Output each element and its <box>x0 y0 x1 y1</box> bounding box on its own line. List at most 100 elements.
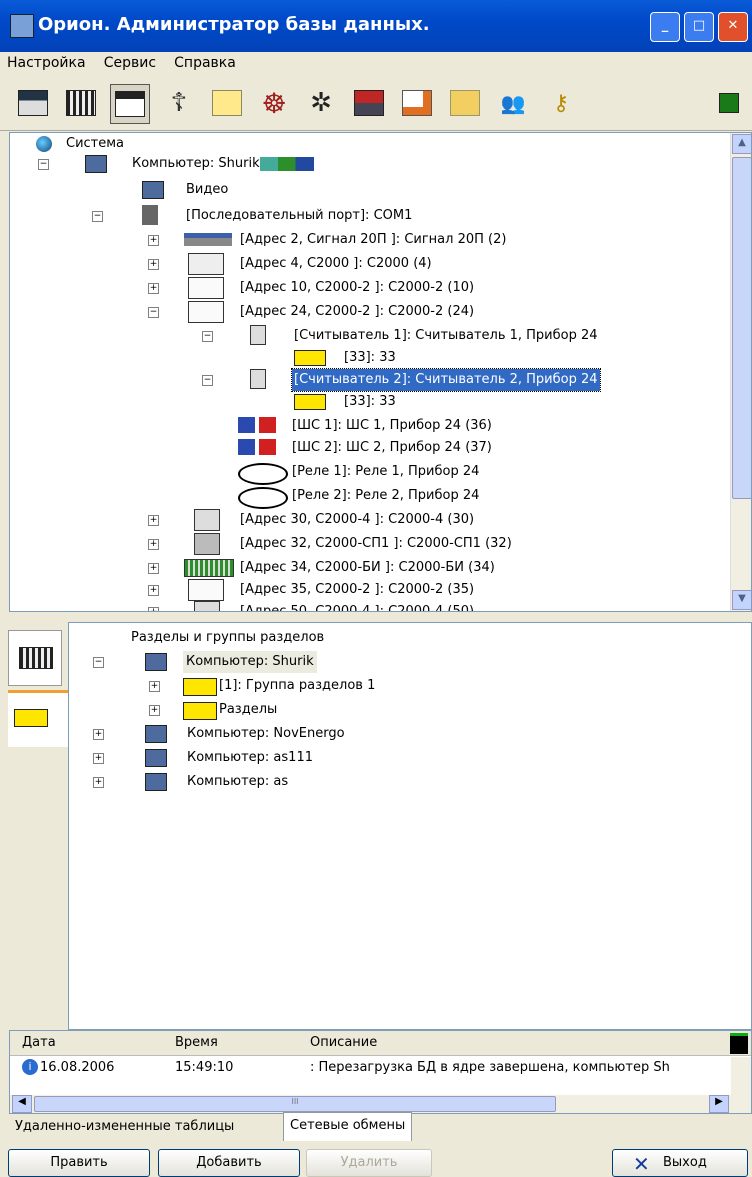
computer-label: Компьютер: as111 <box>187 750 313 765</box>
c2000-2-icon <box>188 579 224 601</box>
expand-icon[interactable]: + <box>149 705 160 716</box>
computer-label: Компьютер: Shurik <box>183 651 317 673</box>
collapse-icon[interactable]: − <box>148 307 159 318</box>
hscroll-thumb[interactable]: III <box>34 1096 556 1112</box>
zone-icon <box>294 350 326 366</box>
expand-icon[interactable]: + <box>148 283 159 294</box>
device-label: [Адрес 4, С2000 ]: С2000 (4) <box>240 256 432 271</box>
devices-tool-icon[interactable] <box>62 84 100 122</box>
users-tool-icon[interactable]: 👥 <box>494 84 532 122</box>
schedule-tool-icon[interactable]: ✲ <box>302 84 340 122</box>
tab-partitions[interactable] <box>8 690 68 747</box>
collapse-icon[interactable]: − <box>38 159 49 170</box>
collapse-icon[interactable]: − <box>202 331 213 342</box>
c2000-4-icon <box>194 509 220 531</box>
tree-scrollbar[interactable]: ▲ ▼ <box>730 133 751 611</box>
exit-button[interactable]: ✕ Выход <box>612 1149 748 1177</box>
exit-label: Выход <box>663 1155 707 1170</box>
grid-vscroll[interactable] <box>731 1057 751 1095</box>
c2000-4-icon <box>194 601 220 611</box>
calendar-tool-icon[interactable] <box>398 84 436 122</box>
scroll-up-button[interactable]: ▲ <box>732 134 751 154</box>
expand-icon[interactable]: + <box>93 729 104 740</box>
collapse-icon[interactable]: − <box>202 375 213 386</box>
device-label: [Адрес 24, С2000-2 ]: С2000-2 (24) <box>240 304 475 319</box>
wheel-tool-icon[interactable]: ☸ <box>255 84 293 122</box>
menu-help[interactable]: Справка <box>167 52 243 74</box>
reader-label: [Считыватель 1]: Считыватель 1, Прибор 2… <box>294 328 598 343</box>
expand-icon[interactable]: + <box>93 753 104 764</box>
log-time: 15:49:10 <box>175 1060 234 1075</box>
scroll-thumb[interactable] <box>732 157 751 499</box>
loop-icon <box>238 439 276 455</box>
tree-root-label: Система <box>66 136 125 151</box>
collapse-icon[interactable]: − <box>93 657 104 668</box>
menu-settings[interactable]: Настройка <box>0 52 93 74</box>
tab-network-exchange[interactable]: Сетевые обмены <box>283 1112 413 1141</box>
c2000-2-icon <box>188 301 224 323</box>
expand-icon[interactable]: + <box>149 681 160 692</box>
window-title: Орион. Администратор базы данных. <box>38 14 430 35</box>
relay-icon <box>238 463 288 485</box>
edit-button[interactable]: Править <box>8 1149 150 1177</box>
device-label: [Адрес 34, С2000-БИ ]: С2000-БИ (34) <box>240 560 495 575</box>
document-tool-icon[interactable] <box>208 84 246 122</box>
expand-icon[interactable]: + <box>148 235 159 246</box>
delete-button[interactable]: Удалить <box>306 1149 432 1177</box>
col-desc-header[interactable]: Описание <box>310 1035 377 1050</box>
sections-label: Разделы <box>219 702 278 717</box>
computers-tool-icon[interactable] <box>14 84 52 122</box>
antenna-tool-icon[interactable]: ☦ <box>160 84 198 122</box>
globe-icon <box>36 136 52 152</box>
grid-hscroll[interactable]: ◀ III ▶ <box>10 1095 751 1113</box>
menu-bar: Настройка Сервис Справка <box>0 52 752 76</box>
maximize-button[interactable]: □ <box>684 12 714 42</box>
expand-icon[interactable]: + <box>148 259 159 270</box>
add-button[interactable]: Добавить <box>158 1149 300 1177</box>
loop-icon <box>238 417 276 433</box>
signal20p-icon <box>184 233 232 246</box>
partitions-icon <box>183 702 217 720</box>
close-button[interactable]: ✕ <box>718 12 748 42</box>
device-label: [Адрес 35, С2000-2 ]: С2000-2 (35) <box>240 582 475 597</box>
minimize-button[interactable]: _ <box>650 12 680 42</box>
expand-icon[interactable]: + <box>148 563 159 574</box>
event-log-grid[interactable]: Дата Время Описание i 16.08.2006 15:49:1… <box>9 1030 752 1114</box>
collapse-icon[interactable]: − <box>92 211 103 222</box>
computer-icon <box>145 725 167 743</box>
reader-icon <box>250 325 266 345</box>
log-row[interactable]: i 16.08.2006 15:49:10 : Перезагрузка БД … <box>10 1057 730 1081</box>
video-label: Видео <box>186 182 229 197</box>
expand-icon[interactable]: + <box>148 515 159 526</box>
left-tab-column <box>0 622 68 1030</box>
scroll-left-button[interactable]: ◀ <box>12 1095 32 1113</box>
folder-users-tool-icon[interactable] <box>446 84 484 122</box>
train-tool-icon[interactable] <box>350 84 388 122</box>
partition-group-label: [1]: Группа разделов 1 <box>219 678 376 693</box>
loop-label: [ШС 2]: ШС 2, Прибор 24 (37) <box>292 440 492 455</box>
partitions-pane[interactable]: Разделы и группы разделов − Компьютер: S… <box>68 622 752 1030</box>
toolbar: ☦ ☸ ✲ 👥 ⚷ <box>0 78 752 131</box>
col-date-header[interactable]: Дата <box>22 1035 56 1050</box>
device-tree-pane[interactable]: Система − Компьютер: Shurik Видео − [Пос… <box>9 132 752 612</box>
scroll-right-button[interactable]: ▶ <box>709 1095 729 1113</box>
partitions-tab-icon <box>14 709 48 727</box>
bottom-tabs: Удаленно-измененные таблицы Сетевые обме… <box>9 1112 750 1142</box>
reader-icon <box>250 369 266 389</box>
expand-icon[interactable]: + <box>148 607 159 611</box>
expand-icon[interactable]: + <box>93 777 104 788</box>
tree-computer-row[interactable]: − Компьютер: Shurik <box>10 153 710 175</box>
c2000-2-icon <box>188 277 224 299</box>
expand-icon[interactable]: + <box>148 539 159 550</box>
serial-cable-icon <box>142 205 158 225</box>
computer-icon <box>85 155 107 173</box>
tab-remote-tables[interactable]: Удаленно-измененные таблицы <box>9 1114 240 1140</box>
menu-service[interactable]: Сервис <box>97 52 163 74</box>
expand-icon[interactable]: + <box>148 585 159 596</box>
col-time-header[interactable]: Время <box>175 1035 218 1050</box>
user-key-tool-icon[interactable]: ⚷ <box>542 84 580 122</box>
scroll-down-button[interactable]: ▼ <box>732 590 751 610</box>
c2000-bi-icon <box>184 559 234 577</box>
hardware-tool-icon[interactable] <box>110 84 150 124</box>
tab-devices[interactable] <box>8 630 62 686</box>
